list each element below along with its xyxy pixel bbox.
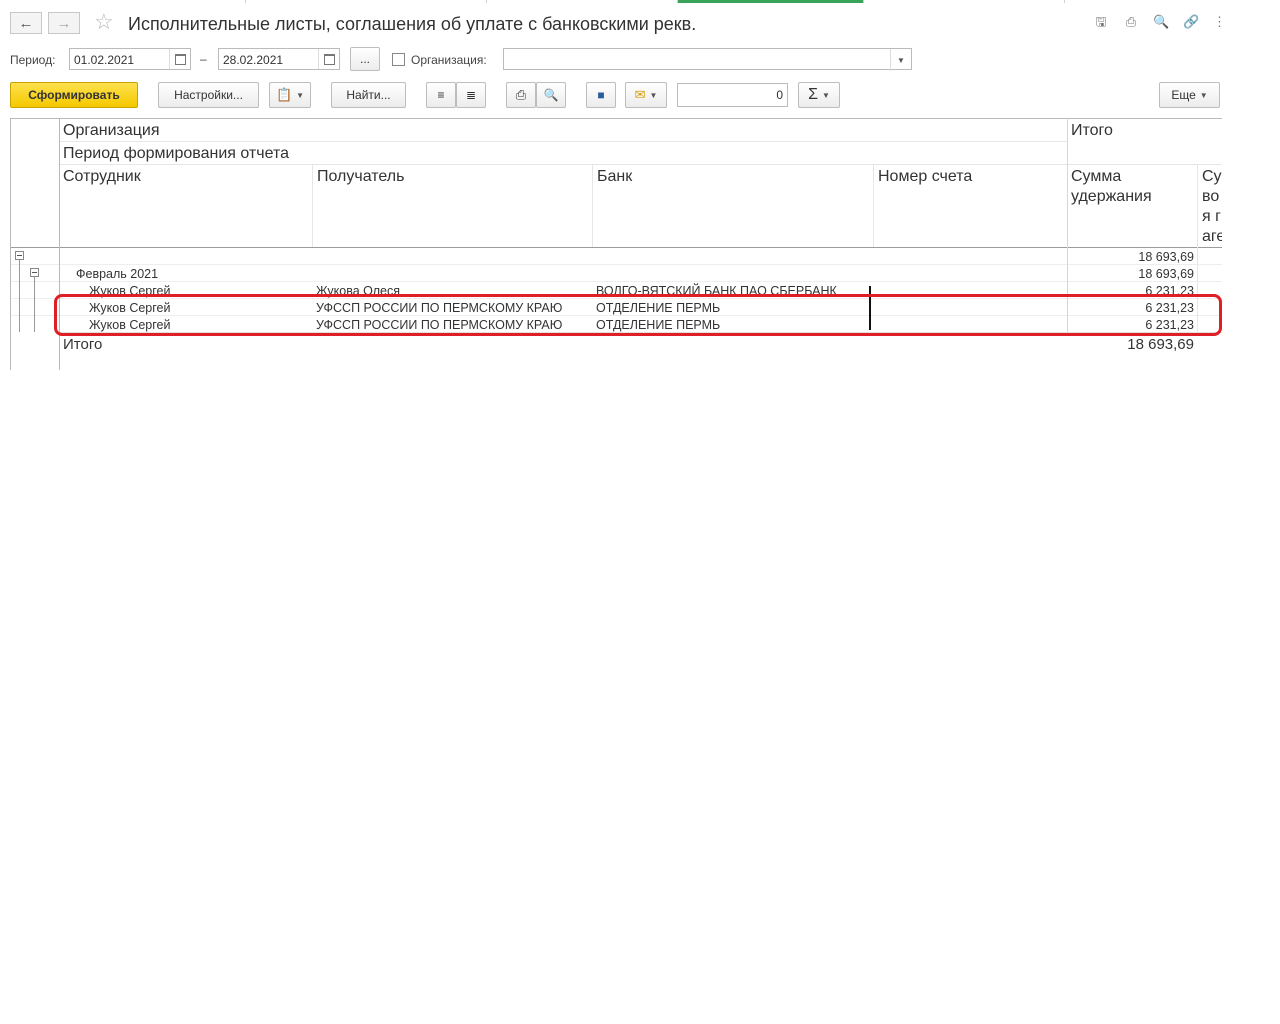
organization-checkbox[interactable] <box>392 53 405 66</box>
save-icon[interactable]: 🖫 <box>1093 14 1109 30</box>
star-icon[interactable]: ☆ <box>94 11 114 33</box>
back-button[interactable]: ← <box>10 12 42 34</box>
period-label: Период: <box>10 53 56 67</box>
date-from-field[interactable]: 01.02.2021 <box>69 48 191 70</box>
header-bank: Банк <box>597 168 633 185</box>
header-deduction-line2: удержания <box>1071 188 1152 205</box>
sum-button[interactable]: Σ ▼ <box>798 82 840 108</box>
printer-icon: ⎙ <box>515 87 527 102</box>
calendar-icon[interactable] <box>318 49 339 69</box>
arrow-right-icon: → <box>56 14 72 32</box>
save-button[interactable]: ■ <box>586 82 616 108</box>
date-dash: – <box>200 52 207 66</box>
page-title: Исполнительные листы, соглашения об упла… <box>128 14 697 34</box>
print-button[interactable]: ⎙ <box>506 82 536 108</box>
grand-total-value: 18 693,69 <box>1127 336 1194 353</box>
clipboard-icon: 📋 <box>275 87 293 102</box>
group-month-label: Февраль 2021 <box>76 267 159 281</box>
org-total-value: 18 693,69 <box>1138 250 1194 264</box>
grand-total-label: Итого <box>63 336 103 353</box>
header-deduction-line1: Сумма <box>1071 168 1122 185</box>
collapse-all-button[interactable]: ≣ <box>456 82 486 108</box>
header-cut-line4: аге <box>1202 228 1222 245</box>
forward-button[interactable]: → <box>48 12 80 34</box>
more-vert-icon[interactable]: ⋮ <box>1213 14 1222 30</box>
print-preview-icon: 🔍 <box>543 88 559 102</box>
envelope-icon: ✉ <box>634 87 646 102</box>
settings-button[interactable]: Настройки... <box>158 82 259 108</box>
tab[interactable] <box>0 0 246 3</box>
header-cut-line3: я г <box>1202 208 1221 225</box>
header-account-number: Номер счета <box>878 168 973 185</box>
header-organization: Организация <box>63 122 160 139</box>
calendar-icon[interactable] <box>169 49 190 69</box>
header-recipient: Получатель <box>317 168 405 185</box>
more-label: Еще <box>1171 88 1196 102</box>
more-button[interactable]: Еще ▼ <box>1159 82 1220 108</box>
header-period: Период формирования отчета <box>63 145 289 162</box>
tab-active[interactable] <box>678 0 864 3</box>
send-mail-button[interactable]: ✉ ▼ <box>625 82 667 108</box>
tab[interactable] <box>246 0 487 3</box>
preview-button[interactable]: 🔍 <box>536 82 566 108</box>
floppy-icon: ■ <box>597 88 605 102</box>
print-icon[interactable]: ⎙ <box>1123 14 1139 30</box>
arrow-left-icon: ← <box>18 14 34 32</box>
organization-select[interactable]: ▼ <box>503 48 912 71</box>
chevron-down-icon[interactable]: ▼ <box>890 49 911 71</box>
header-cut-line1: Су <box>1202 168 1222 185</box>
collapse-month-toggle[interactable] <box>30 268 39 277</box>
group-month-total: 18 693,69 <box>1138 267 1194 281</box>
header-employee: Сотрудник <box>63 168 141 185</box>
expand-all-button[interactable]: ≡ <box>426 82 456 108</box>
generate-button[interactable]: Сформировать <box>10 82 138 108</box>
variant-button[interactable]: 📋 ▼ <box>269 82 311 108</box>
link-icon[interactable]: 🔗 <box>1183 14 1199 30</box>
collapse-org-toggle[interactable] <box>15 251 24 260</box>
tab[interactable] <box>487 0 678 3</box>
top-tabs-strip <box>0 0 1222 3</box>
count-field[interactable]: 0 <box>677 83 788 107</box>
choose-period-button[interactable]: ... <box>350 47 380 71</box>
highlight-annotation <box>54 294 1222 336</box>
organization-label: Организация: <box>411 53 487 67</box>
preview-icon[interactable]: 🔍 <box>1153 14 1169 30</box>
header-total: Итого <box>1071 122 1113 139</box>
find-button[interactable]: Найти... <box>331 82 406 108</box>
tab[interactable] <box>864 0 1065 3</box>
count-value: 0 <box>776 88 783 102</box>
date-to-field[interactable]: 28.02.2021 <box>218 48 340 70</box>
group-lines-icon: ≣ <box>465 88 477 102</box>
sigma-icon: Σ <box>808 86 818 103</box>
header-cut-line2: во <box>1202 188 1220 205</box>
report-window: ← → ☆ Исполнительные листы, соглашения о… <box>0 0 1222 1024</box>
sort-lines-icon: ≡ <box>437 88 445 102</box>
